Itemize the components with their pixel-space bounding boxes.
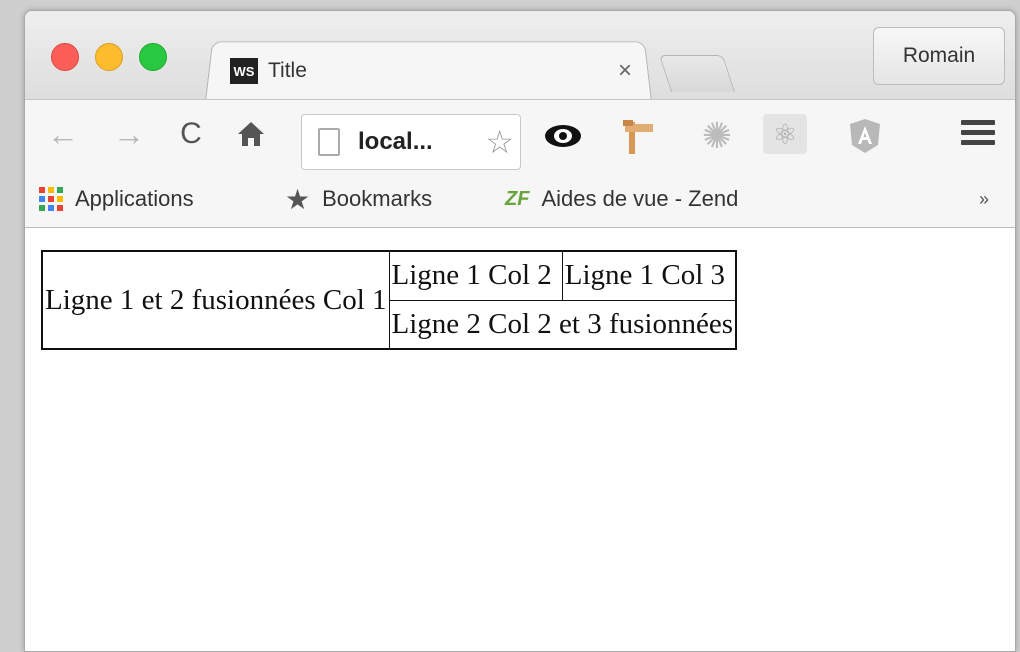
- new-tab-button[interactable]: [658, 55, 736, 92]
- star-icon: ★: [285, 183, 311, 215]
- back-arrow-icon[interactable]: ←: [43, 112, 83, 156]
- table-cell-merged-col1: Ligne 1 et 2 fusionnées Col 1: [41, 250, 390, 350]
- zend-bookmark-label: Aides de vue - Zend: [541, 186, 739, 211]
- apps-bookmark[interactable]: Applications: [39, 183, 194, 215]
- bookmarks-folder-label: Bookmarks: [322, 186, 433, 211]
- hamburger-menu-icon[interactable]: [961, 120, 995, 150]
- bookmarks-folder[interactable]: ★ Bookmarks: [285, 183, 432, 215]
- more-bookmarks-chevron-icon[interactable]: »: [979, 183, 989, 215]
- table-cell-row1-col2: Ligne 1 Col 2: [388, 250, 563, 301]
- zoom-window-button[interactable]: [139, 43, 167, 71]
- eye-icon[interactable]: [541, 114, 585, 158]
- webstorm-favicon-icon: WS: [230, 58, 258, 84]
- apps-grid-icon: [39, 187, 63, 211]
- home-icon[interactable]: [231, 112, 271, 156]
- angular-shield: [850, 119, 880, 153]
- forward-arrow-icon[interactable]: →: [109, 112, 149, 156]
- signpost-icon[interactable]: [617, 114, 661, 158]
- signpost-glyph: [623, 120, 653, 154]
- page-content: Ligne 1 et 2 fusionnées Col 1 Ligne 1 Co…: [25, 228, 1015, 648]
- tab-title: Title: [268, 59, 307, 82]
- home-glyph: [238, 122, 264, 146]
- minimize-window-button[interactable]: [95, 43, 123, 71]
- title-bar: WS Title × Romain: [25, 11, 1015, 102]
- gear-icon[interactable]: ✺: [695, 114, 739, 158]
- address-bar[interactable]: local... ☆: [301, 114, 521, 170]
- profile-button[interactable]: Romain: [873, 27, 1005, 85]
- zend-framework-icon: ZF: [505, 187, 530, 210]
- table-cell-row2-col23: Ligne 2 Col 2 et 3 fusionnées: [388, 299, 737, 350]
- merged-cells-table: Ligne 1 et 2 fusionnées Col 1 Ligne 1 Co…: [41, 250, 738, 350]
- reload-icon[interactable]: C: [173, 112, 209, 156]
- eye-glyph: [545, 125, 581, 147]
- table-cell-row1-col3: Ligne 1 Col 3: [561, 250, 737, 301]
- active-tab-content: WS Title ×: [230, 51, 640, 91]
- table-row: Ligne 1 et 2 fusionnées Col 1 Ligne 1 Co…: [41, 250, 737, 350]
- bookmark-star-icon[interactable]: ☆: [485, 123, 514, 161]
- zend-bookmark[interactable]: ZF Aides de vue - Zend: [505, 183, 738, 215]
- address-text[interactable]: local...: [358, 128, 433, 156]
- angular-icon[interactable]: [843, 114, 887, 158]
- page-icon: [318, 128, 340, 156]
- tab-close-icon[interactable]: ×: [618, 57, 632, 85]
- browser-window: WS Title × Romain ← → C local... ☆ ✺ ⚛ A…: [24, 10, 1016, 652]
- bookmarks-bar: Applications ★ Bookmarks ZF Aides de vue…: [25, 171, 1015, 228]
- close-window-button[interactable]: [51, 43, 79, 71]
- apps-bookmark-label: Applications: [75, 186, 194, 211]
- atom-icon[interactable]: ⚛: [763, 114, 807, 154]
- navigation-toolbar: ← → C local... ☆ ✺ ⚛: [25, 99, 1015, 172]
